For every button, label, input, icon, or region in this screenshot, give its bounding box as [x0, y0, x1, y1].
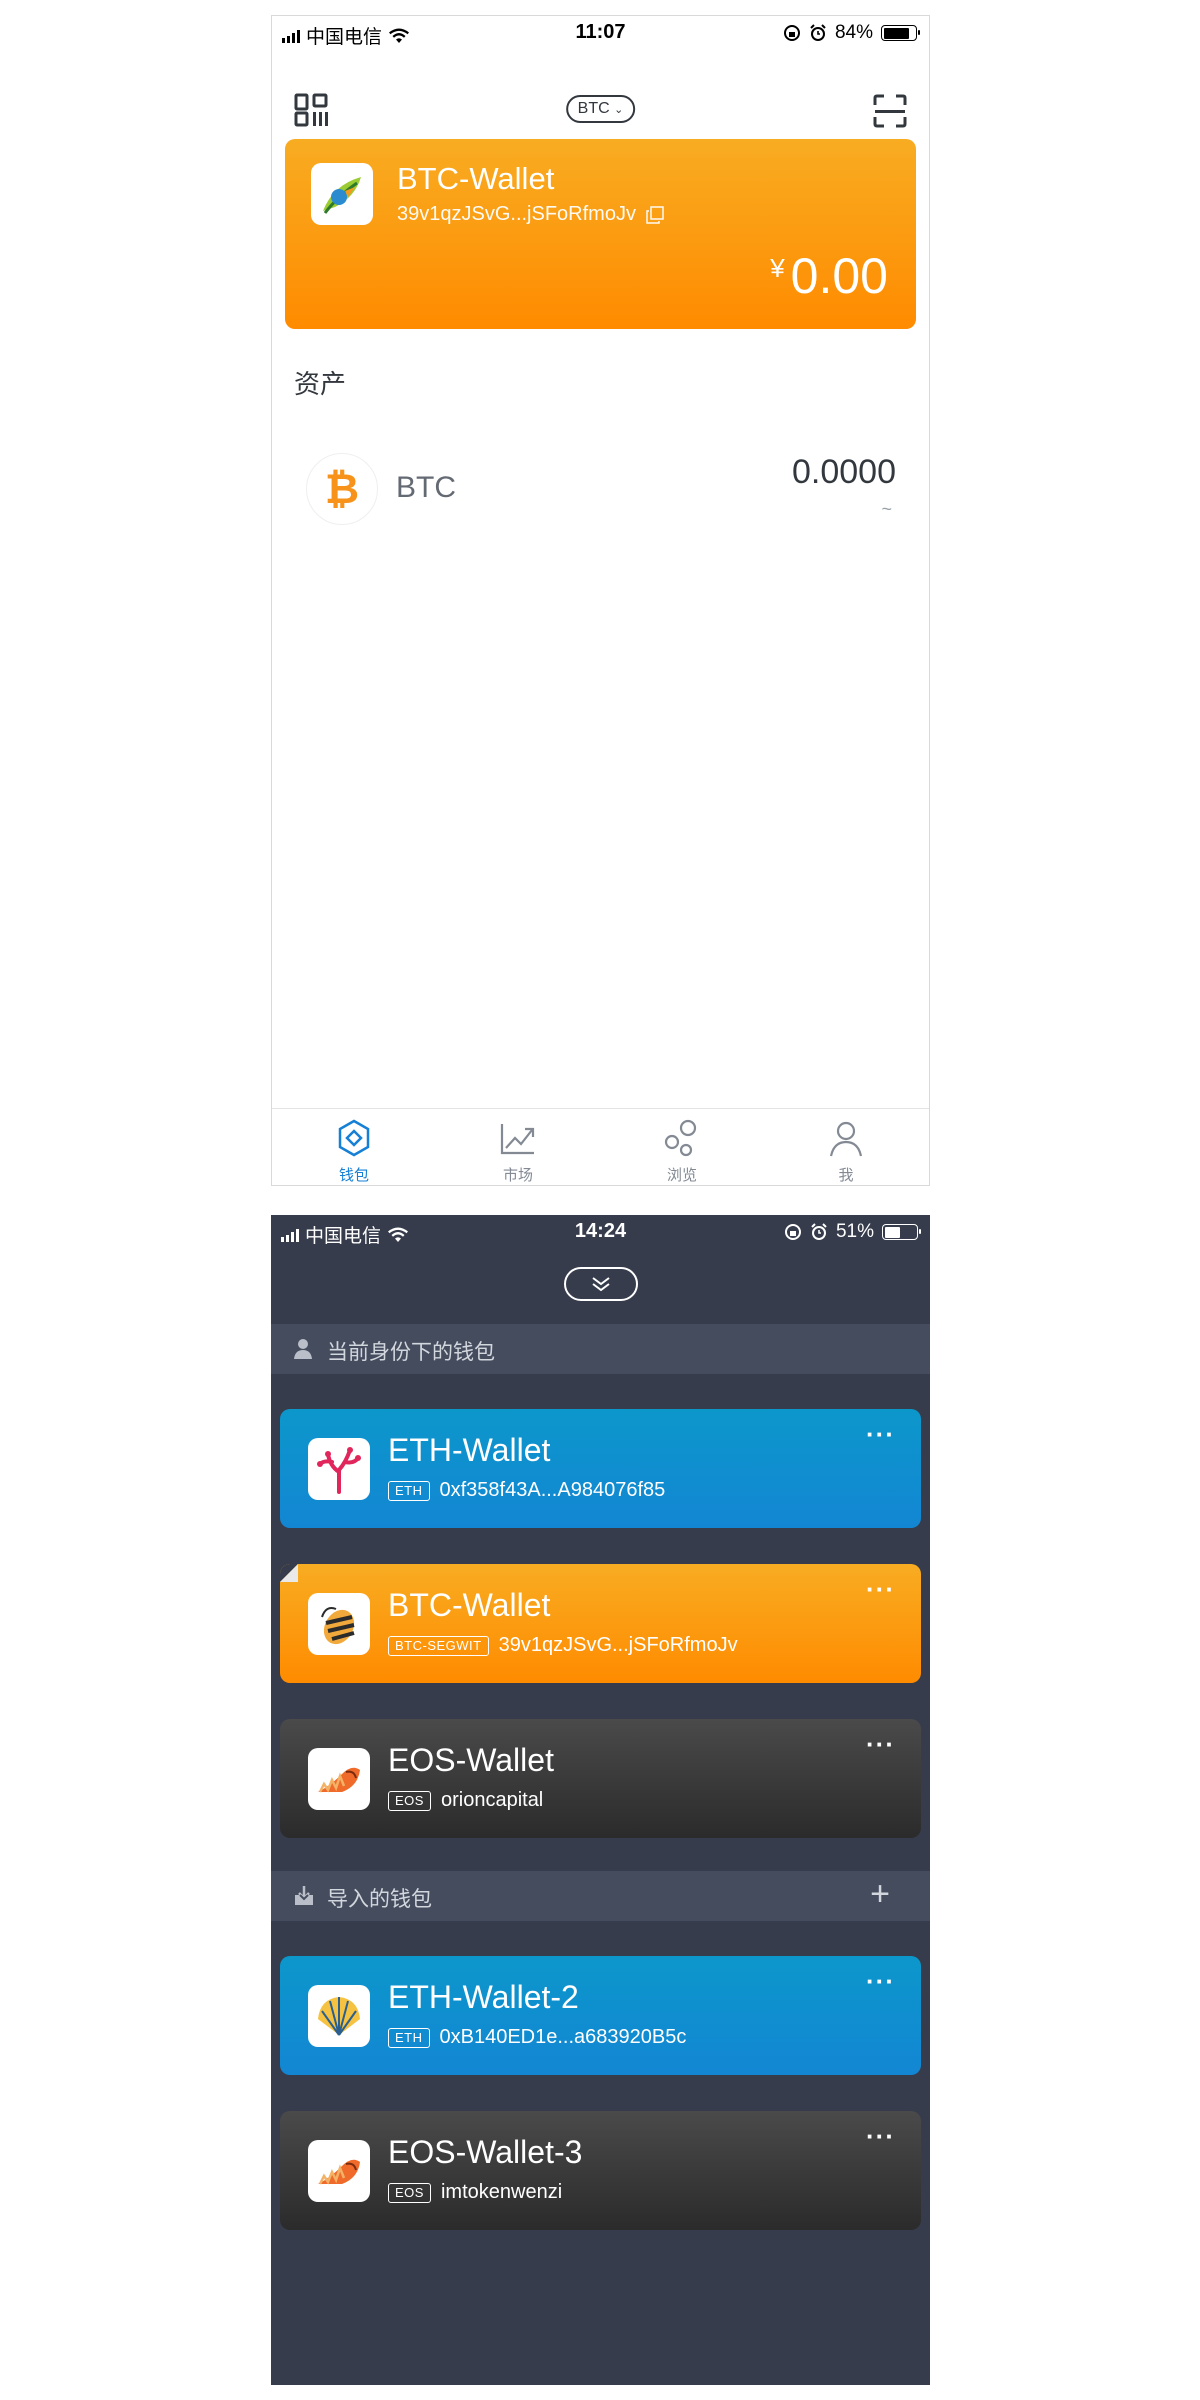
import-icon [295, 1886, 313, 1905]
tab-me[interactable]: 我 [764, 1109, 928, 1185]
wallet-name: EOS-Wallet-3 [388, 2134, 583, 2170]
wallet-name: ETH-Wallet-2 [388, 1979, 579, 2015]
more-icon[interactable]: ··· [866, 2121, 895, 2152]
asset-fiat-value: ~ [881, 499, 892, 519]
copy-icon[interactable] [646, 205, 664, 224]
wallet-name: EOS-Wallet [388, 1742, 554, 1778]
group-header-imported: 导入的钱包 + [271, 1871, 930, 1921]
qr-code-icon[interactable] [294, 93, 328, 127]
tab-browse-label: 浏览 [666, 1167, 697, 1184]
market-chart-icon [500, 1124, 535, 1155]
selected-corner-marker [280, 1564, 298, 1582]
wallet-address: 0xB140ED1e...a683920B5c [439, 2026, 687, 2048]
wallet-name: ETH-Wallet [388, 1432, 551, 1468]
chain-tag: EOS [388, 1790, 431, 1811]
tab-me-label: 我 [838, 1167, 854, 1184]
bitcoin-icon: ₿ [306, 453, 378, 525]
wallet-avatar [308, 1438, 370, 1500]
currency-symbol: ¥ [770, 253, 785, 283]
wallet-avatar [311, 163, 373, 225]
wallet-address-row: 39v1qzJSvG...jSFoRfmoJv [397, 203, 664, 226]
battery-percent: 84% [834, 22, 873, 43]
wallet-card-eth[interactable]: ETH-Wallet ETH 0xf358f43A...A984076f85 ·… [280, 1409, 921, 1528]
wallet-switcher-screen: 中国电信 14:24 51% 当前身份下的钱包 ETH-Wallet ETH 0… [271, 1215, 930, 2385]
asset-row-btc[interactable]: ₿ BTC 0.0000 ~ [306, 453, 896, 525]
balance-value: 0.00 [790, 248, 888, 304]
more-icon[interactable]: ··· [866, 1729, 895, 1760]
shell-avatar-icon [318, 1767, 360, 1793]
wallet-avatar [308, 1985, 370, 2047]
status-bar: 中国电信 14:24 51% [271, 1215, 930, 1249]
more-icon[interactable]: ··· [866, 1574, 895, 1605]
wallet-icon [338, 1119, 370, 1157]
profile-icon [829, 1121, 863, 1157]
battery-icon [882, 1224, 921, 1240]
wallet-avatar [308, 2140, 370, 2202]
scan-icon[interactable] [873, 94, 907, 128]
wallet-card-eth-2[interactable]: ETH-Wallet-2 ETH 0xB140ED1e...a683920B5c… [280, 1956, 921, 2075]
chevron-down-icon: ⌄ [614, 104, 624, 116]
more-icon[interactable]: ··· [866, 1419, 895, 1450]
coral-avatar-icon [317, 1447, 361, 1494]
bird-avatar-icon [323, 177, 361, 214]
wallet-avatar [308, 1748, 370, 1810]
wallet-card-eos-3[interactable]: EOS-Wallet-3 EOS imtokenwenzi ··· [280, 2111, 921, 2230]
chain-tag: EOS [388, 2182, 431, 2203]
group-header-label: 导入的钱包 [327, 1888, 432, 1911]
wallet-avatar [308, 1593, 370, 1655]
battery-percent: 51% [835, 1221, 874, 1242]
wallet-balance: ¥ 0.00 [770, 247, 888, 305]
chain-tag: ETH [388, 2027, 430, 2048]
wallet-address: orioncapital [440, 1789, 544, 1811]
wallet-card-btc[interactable]: BTC-Wallet BTC-SEGWIT 39v1qzJSvG...jSFoR… [280, 1564, 921, 1683]
coin-selector[interactable]: BTC ⌄ [565, 95, 636, 123]
top-nav-bar: BTC ⌄ [272, 50, 929, 140]
alarm-icon [811, 1223, 827, 1240]
wallet-card[interactable]: BTC-Wallet 39v1qzJSvG...jSFoRfmoJv ¥ 0.0… [285, 139, 916, 329]
tab-bar: 钱包 市场 浏览 我 [272, 1108, 929, 1185]
more-icon[interactable]: ··· [866, 1966, 895, 1997]
wallet-meta: EOS orioncapital [388, 1789, 543, 1812]
wallet-meta: ETH 0xB140ED1e...a683920B5c [388, 2026, 686, 2049]
wallet-address: 0xf358f43A...A984076f85 [439, 1479, 666, 1501]
assets-section-title: 资产 [294, 369, 347, 399]
coin-selector-label: BTC [577, 100, 610, 117]
wallet-address: imtokenwenzi [440, 2181, 563, 2203]
wallet-address: 39v1qzJSvG...jSFoRfmoJv [498, 1634, 738, 1656]
fan-shell-avatar-icon [318, 1997, 360, 2036]
collapse-button[interactable] [563, 1267, 638, 1301]
wallet-card-eos[interactable]: EOS-Wallet EOS orioncapital ··· [280, 1719, 921, 1838]
wallet-name: BTC-Wallet [397, 161, 555, 196]
wallet-home-screen: 中国电信 11:07 84% BTC ⌄ BTC-Wallet 39v1qzJS… [271, 15, 930, 1186]
orientation-lock-icon [783, 25, 800, 41]
wallet-meta: EOS imtokenwenzi [388, 2181, 562, 2204]
tab-wallet[interactable]: 钱包 [272, 1109, 436, 1185]
bee-avatar-icon [321, 1607, 355, 1645]
tab-wallet-label: 钱包 [338, 1167, 369, 1184]
tab-browse[interactable]: 浏览 [600, 1109, 764, 1185]
chain-tag: ETH [388, 1480, 430, 1501]
wallet-address: 39v1qzJSvG...jSFoRfmoJv [397, 203, 636, 225]
wallet-meta: ETH 0xf358f43A...A984076f85 [388, 1479, 665, 1502]
double-chevron-down-icon [591, 1277, 610, 1292]
tab-market[interactable]: 市场 [436, 1109, 600, 1185]
alarm-icon [810, 24, 826, 41]
chain-tag: BTC-SEGWIT [388, 1635, 489, 1656]
asset-amount: 0.0000 [792, 453, 896, 491]
group-header-label: 当前身份下的钱包 [327, 1341, 495, 1364]
orientation-lock-icon [784, 1224, 801, 1240]
browse-icon [664, 1119, 697, 1157]
shell-avatar-icon [318, 2159, 360, 2185]
asset-symbol: BTC [396, 471, 456, 504]
add-wallet-icon[interactable]: + [870, 1877, 890, 1911]
wallet-name: BTC-Wallet [388, 1587, 551, 1623]
user-icon [294, 1339, 312, 1359]
tab-market-label: 市场 [502, 1167, 533, 1184]
battery-icon [881, 25, 920, 41]
status-bar: 中国电信 11:07 84% [272, 16, 929, 50]
group-header-identity: 当前身份下的钱包 [271, 1324, 930, 1374]
wallet-meta: BTC-SEGWIT 39v1qzJSvG...jSFoRfmoJv [388, 1634, 738, 1657]
